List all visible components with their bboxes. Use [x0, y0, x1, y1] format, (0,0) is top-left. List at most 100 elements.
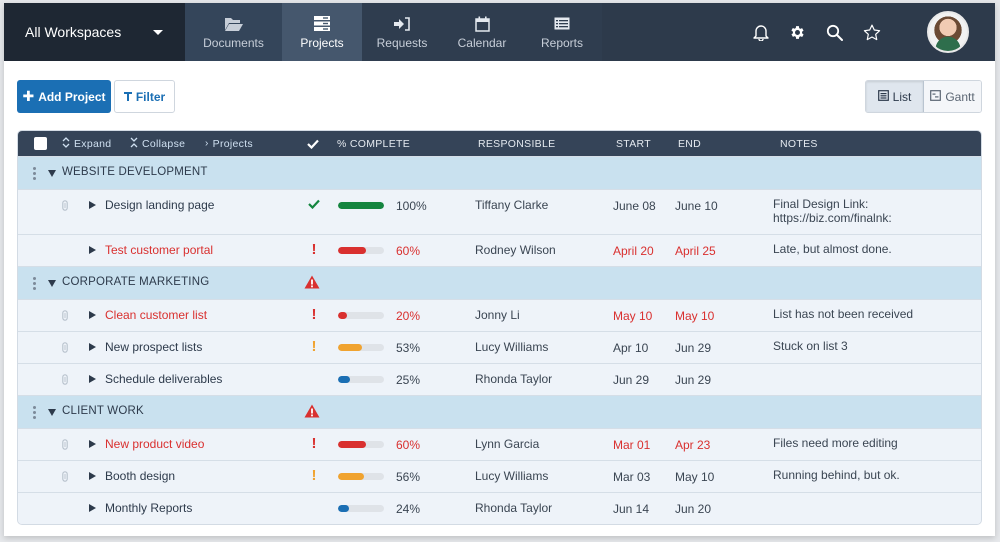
- notes: Running behind, but ok.: [773, 468, 900, 482]
- nav-tab-label: Calendar: [457, 35, 507, 50]
- expand-task-icon[interactable]: [89, 472, 96, 480]
- collapse-group-icon[interactable]: [48, 170, 56, 177]
- projects-breadcrumb-link[interactable]: › Projects: [205, 131, 253, 156]
- expand-task-icon[interactable]: [89, 246, 96, 254]
- progress-fill: [338, 202, 384, 209]
- task-row[interactable]: Monthly Reports 24% Rhonda Taylor Jun 14 Jun…: [18, 492, 981, 524]
- group-row[interactable]: CORPORATE MARKETING: [18, 266, 981, 299]
- star-icon[interactable]: [853, 3, 890, 61]
- notes: Late, but almost done.: [773, 242, 892, 256]
- nav-tab-documents[interactable]: Documents: [185, 3, 282, 61]
- table-header: Expand Collapse › Projects % COMPLETE RE…: [18, 131, 981, 156]
- exclamation-icon: !: [311, 241, 317, 258]
- expand-task-icon[interactable]: [89, 311, 96, 319]
- bell-icon[interactable]: [742, 3, 779, 61]
- expand-task-icon[interactable]: [89, 440, 96, 448]
- column-header-complete[interactable]: % COMPLETE: [337, 131, 410, 156]
- nav-tab-reports[interactable]: Reports: [522, 3, 602, 61]
- start-date: Jun 29: [613, 373, 650, 387]
- drag-handle-icon[interactable]: [33, 167, 36, 180]
- responsible: Rhonda Taylor: [475, 372, 553, 386]
- expand-task-icon[interactable]: [89, 375, 96, 383]
- add-project-button[interactable]: ✚ Add Project: [17, 80, 111, 113]
- report-icon: [554, 15, 570, 33]
- task-row[interactable]: New product video! 60% Lynn Garcia Mar 01 Ap…: [18, 428, 981, 460]
- task-name[interactable]: Monthly Reports: [105, 501, 192, 515]
- task-row[interactable]: New prospect lists! 53% Lucy Williams Apr 1…: [18, 331, 981, 363]
- select-all-checkbox[interactable]: [34, 137, 47, 150]
- responsible: Lynn Garcia: [475, 437, 540, 451]
- collapse-icon: [130, 137, 138, 151]
- view-toggle: List Gantt: [865, 80, 982, 113]
- gear-icon[interactable]: [779, 3, 816, 61]
- paperclip-icon[interactable]: [62, 200, 68, 214]
- workspace-label: All Workspaces: [25, 24, 122, 40]
- list-view-button[interactable]: List: [866, 81, 924, 112]
- task-row[interactable]: Booth design! 56% Lucy Williams Mar 03 May 1…: [18, 460, 981, 492]
- paperclip-icon[interactable]: [62, 342, 68, 356]
- end-date: May 10: [675, 470, 715, 484]
- sign-in-icon: [394, 15, 410, 33]
- nav-tab-projects[interactable]: Projects: [282, 3, 362, 61]
- progress-fill: [338, 344, 363, 351]
- progress-bar: [338, 376, 384, 383]
- nav-tab-label: Projects: [300, 35, 344, 50]
- nav-tab-requests[interactable]: Requests: [362, 3, 442, 61]
- expand-all-button[interactable]: Expand: [62, 131, 111, 156]
- projects-icon: [314, 15, 330, 33]
- progress-fill: [338, 441, 366, 448]
- progress-bar: [338, 505, 384, 512]
- group-name: CLIENT WORK: [62, 405, 144, 417]
- responsible: Lucy Williams: [475, 340, 549, 354]
- paperclip-icon[interactable]: [62, 439, 68, 453]
- paperclip-icon[interactable]: [62, 471, 68, 485]
- gantt-view-button[interactable]: Gantt: [924, 81, 981, 112]
- filter-label: Filter: [135, 89, 166, 104]
- progress-bar: [338, 344, 384, 351]
- expand-task-icon[interactable]: [89, 504, 96, 512]
- drag-handle-icon[interactable]: [33, 277, 36, 290]
- task-row[interactable]: Test customer portal! 60% Rodney Wilson Apr…: [18, 234, 981, 266]
- task-name[interactable]: New prospect lists: [105, 340, 202, 354]
- percent-complete: 53%: [396, 341, 421, 355]
- expand-task-icon[interactable]: [89, 343, 96, 351]
- column-header-responsible[interactable]: RESPONSIBLE: [478, 131, 555, 156]
- exclamation-icon: !: [311, 467, 317, 484]
- exclamation-icon: !: [311, 435, 317, 452]
- task-name[interactable]: Booth design: [105, 469, 175, 483]
- workspace-selector[interactable]: All Workspaces: [4, 3, 185, 61]
- collapse-group-icon[interactable]: [48, 409, 56, 416]
- responsible: Rodney Wilson: [475, 243, 556, 257]
- expand-icon: [62, 136, 70, 151]
- column-header-start[interactable]: START: [616, 131, 651, 156]
- column-header-notes[interactable]: NOTES: [780, 131, 818, 156]
- group-row[interactable]: CLIENT WORK: [18, 395, 981, 428]
- progress-fill: [338, 376, 350, 383]
- task-row[interactable]: Clean customer list! 20% Jonny Li May 10 May…: [18, 299, 981, 331]
- filter-button[interactable]: Filter: [114, 80, 175, 113]
- collapse-group-icon[interactable]: [48, 280, 56, 287]
- task-name[interactable]: Schedule deliverables: [105, 372, 222, 386]
- status-column-check-icon: [307, 131, 319, 156]
- group-row[interactable]: WEBSITE DEVELOPMENT: [18, 156, 981, 189]
- paperclip-icon[interactable]: [62, 374, 68, 388]
- expand-task-icon[interactable]: [89, 201, 96, 209]
- collapse-all-button[interactable]: Collapse: [130, 131, 185, 156]
- task-name[interactable]: Design landing page: [105, 198, 214, 212]
- add-project-label: Add Project: [38, 89, 106, 104]
- task-name[interactable]: New product video: [105, 437, 204, 451]
- nav-tab-calendar[interactable]: Calendar: [442, 3, 522, 61]
- drag-handle-icon[interactable]: [33, 406, 36, 419]
- task-row[interactable]: Schedule deliverables 25% Rhonda Taylor Jun…: [18, 363, 981, 395]
- paperclip-icon[interactable]: [62, 310, 68, 324]
- group-name: WEBSITE DEVELOPMENT: [62, 166, 208, 178]
- user-avatar[interactable]: [927, 11, 969, 53]
- end-date: Jun 29: [675, 341, 712, 355]
- task-name[interactable]: Clean customer list: [105, 308, 207, 322]
- gantt-label: Gantt: [945, 89, 975, 104]
- task-name[interactable]: Test customer portal: [105, 243, 213, 257]
- search-icon[interactable]: [816, 3, 853, 61]
- collapse-label: Collapse: [142, 137, 186, 150]
- task-row[interactable]: Design landing page 100% Tiffany Clarke Jun…: [18, 189, 981, 234]
- column-header-end[interactable]: END: [678, 131, 701, 156]
